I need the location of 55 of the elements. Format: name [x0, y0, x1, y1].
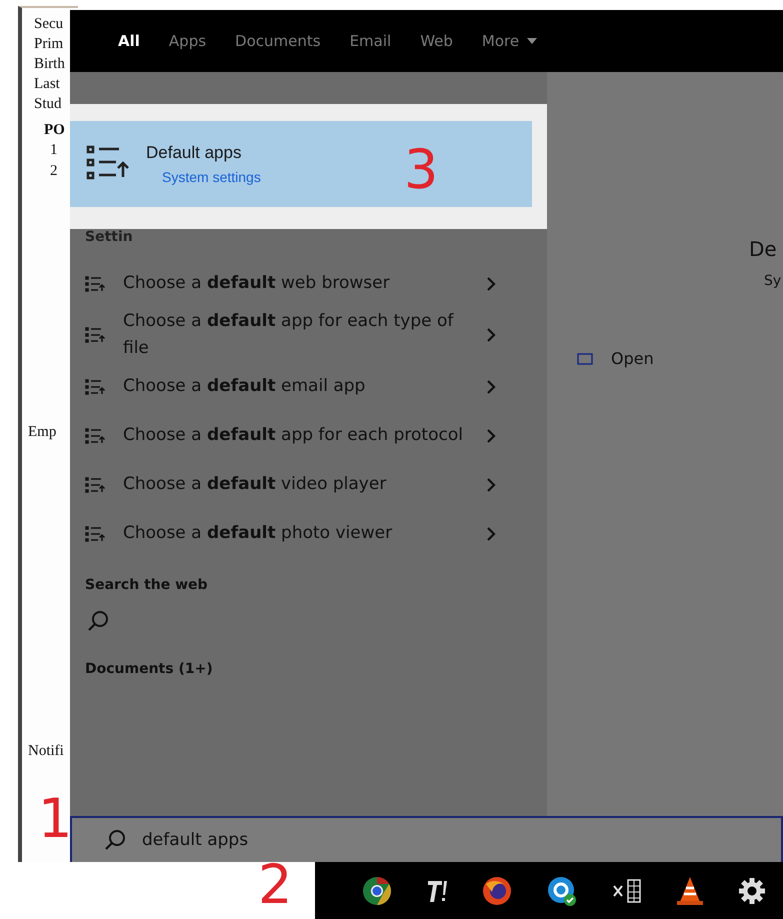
list-icon	[85, 476, 105, 492]
open-action[interactable]: Open	[577, 349, 654, 368]
chevron-icon	[486, 378, 496, 394]
chevron-icon	[486, 476, 496, 492]
spreadsheet-icon[interactable]	[612, 878, 642, 904]
result-title: Default apps	[146, 143, 242, 163]
tab[interactable]: Apps	[156, 32, 224, 50]
search-field[interactable]: default apps	[70, 816, 783, 862]
search-input[interactable]: default apps	[140, 829, 444, 851]
tab[interactable]: More	[470, 32, 554, 50]
chevron-icon	[486, 327, 496, 343]
document-text: 2	[50, 162, 58, 181]
section-heading: Documents (1+)	[85, 661, 214, 677]
browser-icon[interactable]	[482, 876, 512, 906]
document-heading: PO	[44, 121, 66, 140]
chevron-icon	[486, 526, 496, 542]
preview-title: De	[749, 237, 777, 261]
tab[interactable]: All	[106, 32, 157, 50]
chat-icon[interactable]	[546, 874, 578, 906]
window-icon	[577, 352, 593, 364]
cone-icon[interactable]	[676, 876, 704, 906]
list-icon	[85, 327, 105, 343]
browser-icon[interactable]	[362, 876, 392, 906]
settings-result[interactable]: Choose a default email app	[70, 362, 532, 411]
document-text: Last	[34, 75, 61, 94]
section-heading: Search the web	[85, 577, 209, 593]
preview-subtitle: Sy	[764, 273, 782, 289]
settings-result[interactable]: Choose a default app for each type of file	[70, 308, 532, 362]
chevron-icon	[486, 428, 496, 444]
settings-result[interactable]: Choose a default app for each protocol	[70, 411, 532, 460]
document-text: Secu	[34, 15, 64, 34]
chevron-icon	[486, 276, 496, 292]
settings-result[interactable]: Choose a default web browser	[70, 259, 532, 308]
document-text: 1	[50, 141, 58, 160]
list-icon	[85, 276, 105, 292]
settings-result[interactable]: Choose a default video player	[70, 460, 532, 509]
document-text: Notifi	[28, 743, 65, 760]
document-text: Birth	[34, 55, 66, 74]
tab[interactable]: Email	[338, 32, 408, 50]
result-subtitle: System settings	[162, 169, 261, 185]
annotation-number: 1	[38, 792, 72, 846]
settings-icon[interactable]	[738, 876, 766, 904]
search-icon	[104, 829, 126, 851]
section-heading: Settin	[85, 229, 134, 245]
document-text: Prim	[34, 35, 64, 54]
tab[interactable]: Documents	[223, 32, 338, 50]
tab[interactable]: Web	[408, 32, 470, 50]
search-icon	[87, 610, 109, 632]
list-icon	[85, 378, 105, 394]
settings-result[interactable]: Choose a default photo viewer	[70, 509, 532, 558]
list-icon	[85, 526, 105, 542]
annotation-number: 3	[404, 143, 438, 197]
document-text: Emp	[28, 424, 58, 441]
list-icon	[85, 428, 105, 444]
document-text: Stud	[34, 95, 63, 114]
